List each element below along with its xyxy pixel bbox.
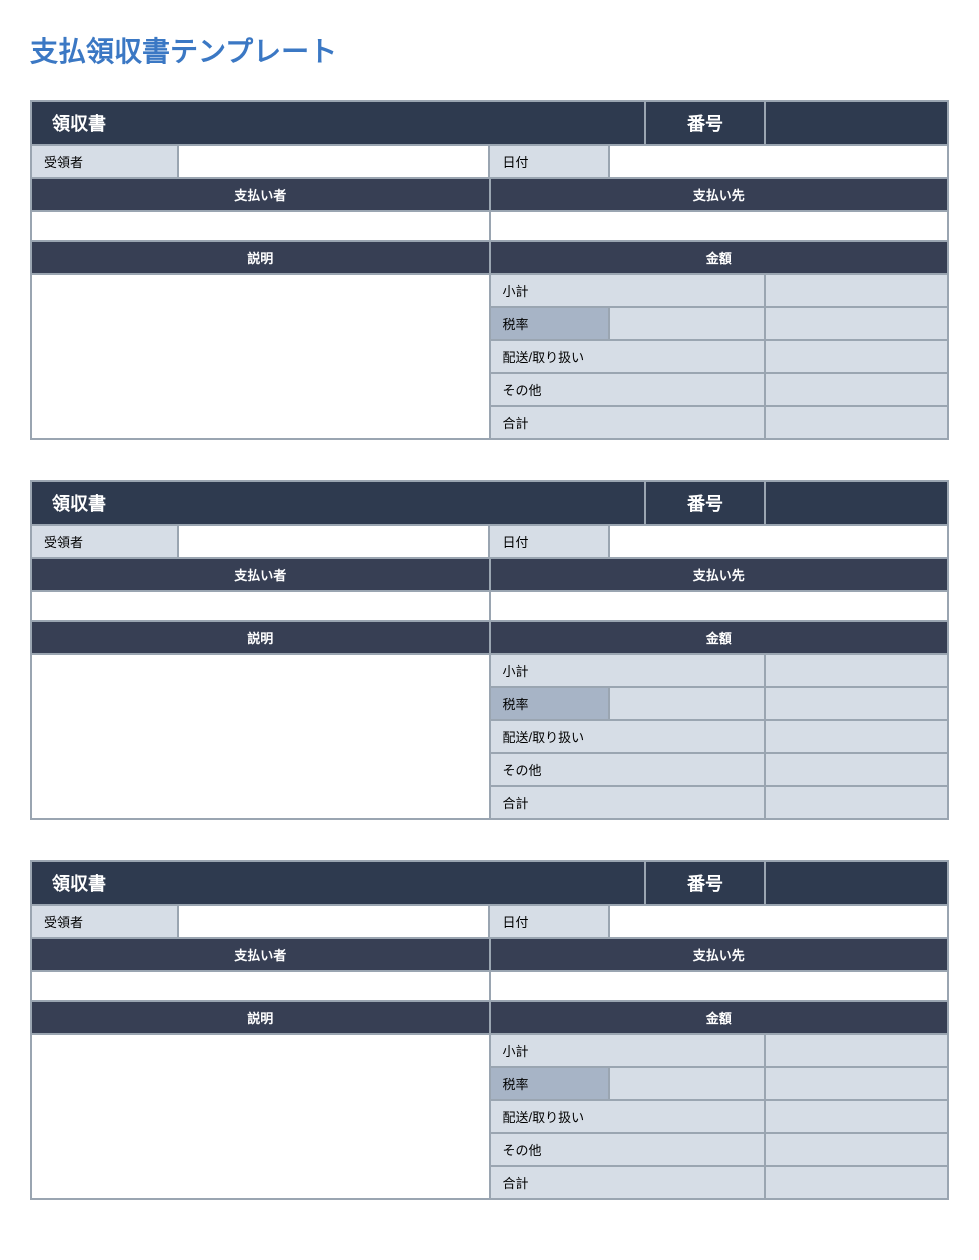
date-label: 日付 xyxy=(489,145,608,178)
receipt-title: 領収書 xyxy=(31,481,645,525)
description-header: 説明 xyxy=(31,241,490,274)
subtotal-value[interactable] xyxy=(765,1034,948,1067)
taxrate-amount[interactable] xyxy=(765,307,948,340)
page-title: 支払領収書テンプレート xyxy=(30,30,949,70)
date-label: 日付 xyxy=(489,525,608,558)
taxrate-label: 税率 xyxy=(490,1067,609,1100)
date-label: 日付 xyxy=(489,905,608,938)
amount-header: 金額 xyxy=(490,241,949,274)
subtotal-label: 小計 xyxy=(490,274,765,307)
description-value-cont[interactable] xyxy=(31,753,490,786)
description-value-cont[interactable] xyxy=(31,687,490,720)
receipt-block: 領収書 番号 受領者 日付 支払い者 支払い先 説明 金額 小計 xyxy=(30,480,949,820)
shipping-label: 配送/取り扱い xyxy=(490,720,765,753)
description-value-cont[interactable] xyxy=(31,1100,490,1133)
shipping-value[interactable] xyxy=(765,720,948,753)
amount-header: 金額 xyxy=(490,1001,949,1034)
other-value[interactable] xyxy=(765,753,948,786)
description-header: 説明 xyxy=(31,621,490,654)
description-value[interactable] xyxy=(31,1034,490,1067)
taxrate-value[interactable] xyxy=(609,307,765,340)
other-label: その他 xyxy=(490,373,765,406)
receipt-title: 領収書 xyxy=(31,101,645,145)
other-value[interactable] xyxy=(765,1133,948,1166)
description-value[interactable] xyxy=(31,654,490,687)
payer-header: 支払い者 xyxy=(31,558,490,591)
amount-header: 金額 xyxy=(490,621,949,654)
number-label: 番号 xyxy=(645,101,764,145)
number-value[interactable] xyxy=(765,861,948,905)
subtotal-label: 小計 xyxy=(490,654,765,687)
total-value[interactable] xyxy=(765,406,948,439)
payer-value[interactable] xyxy=(31,971,490,1001)
description-value-cont[interactable] xyxy=(31,1067,490,1100)
total-label: 合計 xyxy=(490,786,765,819)
description-value-cont[interactable] xyxy=(31,786,490,819)
subtotal-value[interactable] xyxy=(765,274,948,307)
recipient-label: 受領者 xyxy=(31,145,178,178)
description-value-cont[interactable] xyxy=(31,307,490,340)
recipient-label: 受領者 xyxy=(31,905,178,938)
description-value-cont[interactable] xyxy=(31,373,490,406)
total-label: 合計 xyxy=(490,1166,765,1199)
taxrate-value[interactable] xyxy=(609,687,765,720)
shipping-label: 配送/取り扱い xyxy=(490,340,765,373)
taxrate-amount[interactable] xyxy=(765,1067,948,1100)
taxrate-value[interactable] xyxy=(609,1067,765,1100)
recipient-value[interactable] xyxy=(178,905,490,938)
shipping-label: 配送/取り扱い xyxy=(490,1100,765,1133)
date-value[interactable] xyxy=(609,525,948,558)
total-value[interactable] xyxy=(765,786,948,819)
payee-header: 支払い先 xyxy=(490,938,949,971)
recipient-value[interactable] xyxy=(178,525,490,558)
number-value[interactable] xyxy=(765,481,948,525)
payee-header: 支払い先 xyxy=(490,178,949,211)
payer-header: 支払い者 xyxy=(31,938,490,971)
taxrate-label: 税率 xyxy=(490,687,609,720)
recipient-label: 受領者 xyxy=(31,525,178,558)
payee-value[interactable] xyxy=(490,591,949,621)
shipping-value[interactable] xyxy=(765,340,948,373)
payee-value[interactable] xyxy=(490,211,949,241)
description-value-cont[interactable] xyxy=(31,1166,490,1199)
date-value[interactable] xyxy=(609,145,948,178)
receipt-block: 領収書 番号 受領者 日付 支払い者 支払い先 説明 金額 小計 xyxy=(30,100,949,440)
description-value-cont[interactable] xyxy=(31,720,490,753)
taxrate-amount[interactable] xyxy=(765,687,948,720)
description-value[interactable] xyxy=(31,274,490,307)
total-label: 合計 xyxy=(490,406,765,439)
payer-value[interactable] xyxy=(31,211,490,241)
payee-value[interactable] xyxy=(490,971,949,1001)
number-value[interactable] xyxy=(765,101,948,145)
date-value[interactable] xyxy=(609,905,948,938)
description-header: 説明 xyxy=(31,1001,490,1034)
shipping-value[interactable] xyxy=(765,1100,948,1133)
total-value[interactable] xyxy=(765,1166,948,1199)
receipt-title: 領収書 xyxy=(31,861,645,905)
description-value-cont[interactable] xyxy=(31,406,490,439)
taxrate-label: 税率 xyxy=(490,307,609,340)
recipient-value[interactable] xyxy=(178,145,490,178)
payer-header: 支払い者 xyxy=(31,178,490,211)
subtotal-value[interactable] xyxy=(765,654,948,687)
payee-header: 支払い先 xyxy=(490,558,949,591)
description-value-cont[interactable] xyxy=(31,340,490,373)
other-value[interactable] xyxy=(765,373,948,406)
number-label: 番号 xyxy=(645,481,764,525)
number-label: 番号 xyxy=(645,861,764,905)
receipt-block: 領収書 番号 受領者 日付 支払い者 支払い先 説明 金額 小計 xyxy=(30,860,949,1200)
other-label: その他 xyxy=(490,753,765,786)
description-value-cont[interactable] xyxy=(31,1133,490,1166)
payer-value[interactable] xyxy=(31,591,490,621)
subtotal-label: 小計 xyxy=(490,1034,765,1067)
other-label: その他 xyxy=(490,1133,765,1166)
